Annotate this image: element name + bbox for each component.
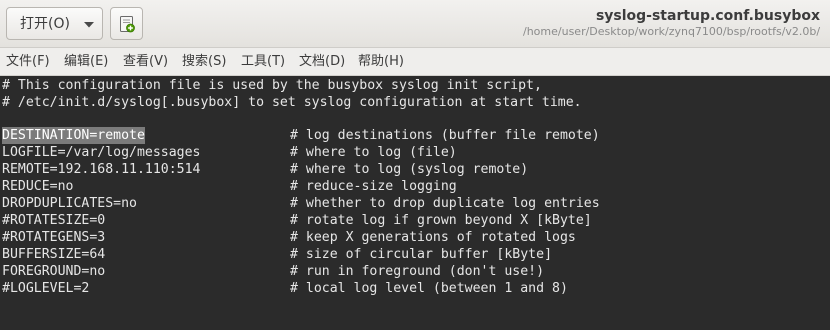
setting-text: #ROTATESIZE=0	[2, 213, 106, 228]
setting-comment: # whether to drop duplicate log entries	[290, 196, 600, 211]
config-line-foreground[interactable]: FOREGROUND=no # run in foreground (don't…	[2, 263, 830, 280]
open-button[interactable]: 打开(O)	[6, 7, 103, 40]
config-line-loglevel[interactable]: #LOGLEVEL=2 # local log level (between 1…	[2, 280, 830, 297]
header-bar: 打开(O) syslog-startup.conf.busybox /home/…	[0, 0, 830, 48]
setting-text: #ROTATEGENS=3	[2, 230, 106, 245]
menu-bar: 文件(F) 编辑(E) 查看(V) 搜索(S) 工具(T) 文档(D) 帮助(H…	[0, 48, 830, 76]
setting-comment: # size of circular buffer [kByte]	[290, 247, 553, 262]
setting-text: DROPDUPLICATES=no	[2, 196, 137, 211]
setting-comment: # where to log (syslog remote)	[290, 162, 529, 177]
window-path: /home/user/Desktop/work/zynq7100/bsp/roo…	[523, 25, 821, 38]
setting-text: FOREGROUND=no	[2, 264, 106, 279]
menu-search[interactable]: 搜索(S)	[182, 53, 226, 70]
setting-comment: # log destinations (buffer file remote)	[290, 128, 600, 143]
setting-comment: # reduce-size logging	[290, 179, 457, 194]
config-line-rotatesize[interactable]: #ROTATESIZE=0 # rotate log if grown beyo…	[2, 212, 830, 229]
menu-file[interactable]: 文件(F)	[6, 53, 50, 70]
new-document-button[interactable]	[110, 7, 143, 40]
config-line-rotategens[interactable]: #ROTATEGENS=3 # keep X generations of ro…	[2, 229, 830, 246]
config-line-buffersize[interactable]: BUFFERSIZE=64 # size of circular buffer …	[2, 246, 830, 263]
window-title: syslog-startup.conf.busybox	[595, 8, 820, 24]
config-line-dropduplicates[interactable]: DROPDUPLICATES=no # whether to drop dupl…	[2, 195, 830, 212]
config-line-destination[interactable]: DESTINATION=remote # log destinations (b…	[2, 127, 830, 144]
config-line-logfile[interactable]: LOGFILE=/var/log/messages # where to log…	[2, 144, 830, 161]
header-comment-line[interactable]: # /etc/init.d/syslog[.busybox] to set sy…	[2, 94, 830, 111]
text-editor[interactable]: # This configuration file is used by the…	[0, 76, 830, 330]
config-line-reduce[interactable]: REDUCE=no # reduce-size logging	[2, 178, 830, 195]
header-comment-line[interactable]: # This configuration file is used by the…	[2, 77, 830, 94]
menu-documents[interactable]: 文档(D)	[299, 53, 345, 70]
setting-comment: # local log level (between 1 and 8)	[290, 281, 568, 296]
setting-text: BUFFERSIZE=64	[2, 247, 106, 262]
open-button-label: 打开(O)	[20, 16, 70, 32]
setting-comment: # where to log (file)	[290, 145, 457, 160]
menu-view[interactable]: 查看(V)	[123, 53, 168, 70]
selected-setting-text: DESTINATION=remote	[2, 127, 145, 144]
menu-tools[interactable]: 工具(T)	[241, 53, 285, 70]
blank-line[interactable]	[2, 111, 830, 128]
config-line-remote[interactable]: REMOTE=192.168.11.110:514 # where to log…	[2, 161, 830, 178]
menu-edit[interactable]: 编辑(E)	[64, 53, 108, 70]
setting-comment: # keep X generations of rotated logs	[290, 230, 576, 245]
setting-comment: # rotate log if grown beyond X [kByte]	[290, 213, 592, 228]
setting-comment: # run in foreground (don't use!)	[290, 264, 545, 279]
setting-text: #LOGLEVEL=2	[2, 281, 90, 296]
setting-text: REMOTE=192.168.11.110:514	[2, 162, 201, 177]
menu-help[interactable]: 帮助(H)	[358, 53, 404, 70]
setting-text: REDUCE=no	[2, 179, 74, 194]
setting-text: LOGFILE=/var/log/messages	[2, 145, 201, 160]
chevron-down-icon[interactable]	[83, 21, 95, 29]
new-document-icon	[120, 16, 135, 33]
